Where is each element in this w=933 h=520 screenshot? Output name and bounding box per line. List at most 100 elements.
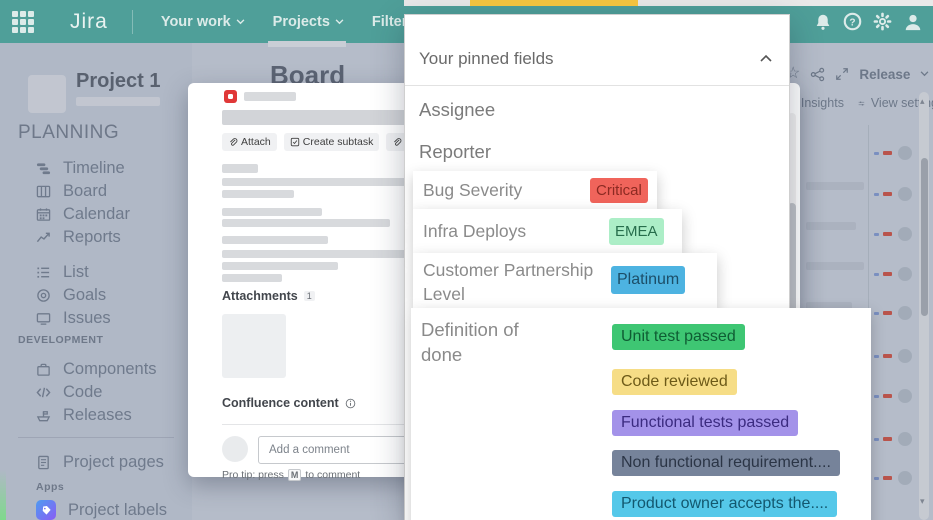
sidebar-item-label: List [63, 262, 89, 281]
jira-logo[interactable]: Jira [70, 10, 108, 34]
calendar-icon [36, 207, 51, 221]
sidebar-item-label: Project pages [63, 452, 164, 471]
profile-avatar-icon[interactable] [903, 12, 923, 32]
help-icon[interactable]: ? [843, 12, 862, 31]
attachment-thumbnail[interactable] [222, 314, 286, 378]
sidebar-item-label: Releases [63, 405, 132, 424]
description-placeholder [222, 274, 282, 282]
board-scrollbar-thumb[interactable] [920, 158, 928, 316]
keyboard-shortcut-m: M [287, 469, 302, 481]
nav-your-work-label: Your work [160, 13, 231, 30]
components-icon [37, 363, 50, 376]
board-scrollbar[interactable] [919, 92, 929, 520]
sidebar-item-list[interactable]: List [36, 261, 89, 283]
sidebar-item-reports[interactable]: Reports [36, 226, 121, 248]
highlight-strip [470, 0, 638, 6]
goals-icon [37, 288, 50, 302]
pinned-field-assignee[interactable]: Assignee [419, 99, 495, 121]
pinned-field-card-infra-deploys[interactable]: Infra Deploys EMEA [413, 209, 682, 253]
pinned-fields-title: Your pinned fields [419, 49, 554, 68]
share-icon[interactable] [810, 67, 825, 82]
insights-button[interactable]: Insights [801, 96, 844, 110]
pinned-field-card-customer-partnership[interactable]: Customer Partnership Level Platinum [413, 253, 717, 308]
sidebar-item-label: Code [63, 382, 103, 401]
chevron-down-icon [921, 71, 929, 77]
subtask-check-icon [290, 137, 299, 147]
pinned-field-reporter[interactable]: Reporter [419, 141, 491, 163]
app-switcher-icon[interactable] [12, 10, 34, 33]
attachments-header: Attachments 1 [222, 289, 315, 303]
field-label: Customer Partnership Level [423, 260, 594, 304]
field-label: Bug Severity [423, 180, 523, 200]
pinned-fields-panel: Your pinned fields Assignee Reporter Bug… [404, 14, 871, 520]
pinned-field-card-bug-severity[interactable]: Bug Severity Critical [413, 171, 657, 209]
issue-key-placeholder [244, 92, 296, 101]
confluence-header: Confluence content [222, 396, 356, 410]
nav-divider [131, 9, 133, 34]
field-label: Definition of done [421, 319, 519, 365]
confluence-label: Confluence content [222, 396, 339, 410]
nav-projects-label: Projects [272, 13, 330, 30]
nav-your-work[interactable]: Your work [161, 14, 245, 30]
collapse-chevron-up-icon[interactable] [759, 53, 773, 63]
chevron-down-icon [236, 18, 245, 24]
sidebar-item-label: Board [63, 181, 108, 200]
attachments-label: Attachments [222, 289, 298, 303]
project-sidebar: Project 1 PLANNING Timeline Board Calend… [0, 43, 192, 520]
comment-avatar [222, 436, 248, 462]
pinned-field-card-definition-of-done[interactable]: Definition of done Unit test passed Code… [411, 308, 871, 520]
project-labels-icon [36, 500, 56, 520]
code-icon [36, 387, 51, 397]
timeline-icon [36, 162, 51, 174]
sidebar-item-label: Issues [63, 308, 111, 327]
board-card-row [874, 146, 912, 160]
nav-projects[interactable]: Projects [273, 14, 344, 30]
description-placeholder [222, 236, 328, 244]
bug-type-icon [224, 90, 237, 103]
sidebar-item-goals[interactable]: Goals [36, 284, 106, 306]
sidebar-item-calendar[interactable]: Calendar [36, 203, 130, 225]
create-subtask-button[interactable]: Create subtask [283, 133, 380, 151]
settings-gear-icon[interactable] [873, 12, 892, 31]
sidebar-item-components[interactable]: Components [36, 358, 157, 380]
paperclip-icon [230, 138, 238, 146]
board-card-row [874, 227, 912, 241]
status-badge-critical: Critical [590, 178, 648, 203]
card-placeholder [806, 262, 864, 270]
sidebar-item-board[interactable]: Board [36, 180, 107, 202]
card-placeholder [806, 222, 856, 230]
scroll-down-arrow[interactable]: ▾ [920, 496, 925, 507]
project-name: Project 1 [76, 70, 161, 92]
notifications-bell-icon[interactable] [814, 13, 832, 31]
board-card-row [874, 432, 912, 446]
sidebar-item-releases[interactable]: Releases [36, 404, 132, 426]
create-subtask-label: Create subtask [302, 136, 374, 148]
release-button[interactable]: Release [859, 67, 910, 82]
panel-divider [405, 85, 789, 86]
link-icon [394, 138, 402, 146]
sidebar-divider [18, 437, 174, 438]
jira-app-screen: Jira Your work Projects Filters ? Projec… [0, 0, 933, 520]
description-placeholder [222, 190, 294, 198]
page-icon [38, 455, 49, 469]
issues-icon [36, 312, 51, 325]
sidebar-item-project-labels[interactable]: Project labels [36, 499, 167, 520]
sidebar-item-label: Project labels [68, 500, 168, 519]
apps-section-header: Apps [36, 481, 65, 493]
board-card-row [874, 306, 912, 320]
project-subtitle-placeholder [76, 97, 160, 106]
description-placeholder [222, 164, 258, 173]
sidebar-item-timeline[interactable]: Timeline [36, 157, 125, 179]
development-section-header: DEVELOPMENT [18, 334, 104, 346]
sidebar-item-label: Timeline [63, 158, 125, 177]
sidebar-item-issues[interactable]: Issues [36, 307, 111, 329]
scroll-up-arrow[interactable]: ▴ [920, 96, 925, 107]
attach-button[interactable]: Attach [222, 133, 277, 151]
sidebar-item-project-pages[interactable]: Project pages [36, 451, 164, 473]
expand-icon[interactable] [835, 67, 849, 81]
board-toolbar-secondary: Insights View setting [788, 96, 933, 110]
sidebar-item-code[interactable]: Code [36, 381, 102, 403]
dod-badge-functional-tests: Functional tests passed [612, 410, 799, 436]
chevron-down-icon [335, 18, 344, 24]
edge-glow [0, 470, 6, 520]
